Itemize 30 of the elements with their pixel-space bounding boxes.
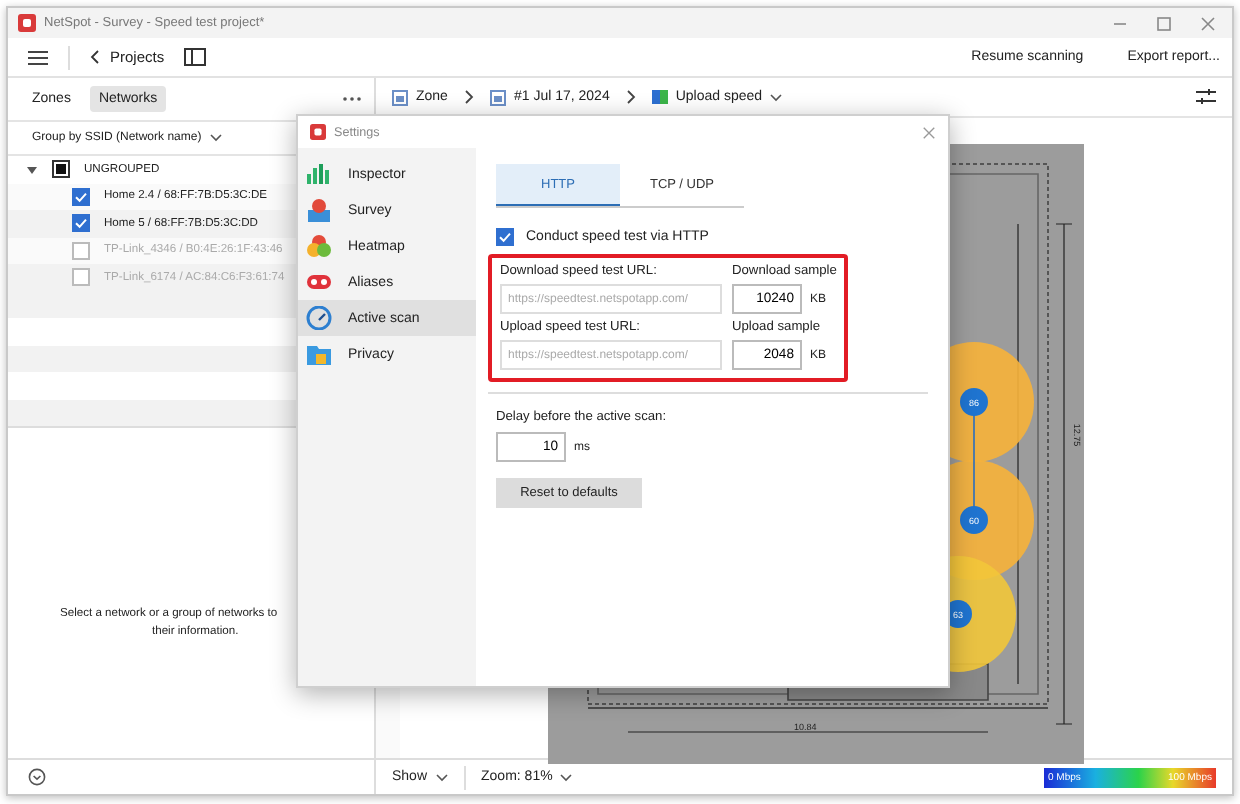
image-icon: [489, 89, 506, 105]
more-icon[interactable]: [342, 96, 362, 102]
chevron-circle-icon[interactable]: [28, 768, 46, 786]
network-checkbox[interactable]: [72, 187, 90, 206]
mask-icon: [306, 270, 332, 294]
menu-icon[interactable]: [28, 49, 48, 65]
image-icon: [392, 89, 408, 105]
caret-icon: [770, 93, 783, 101]
chevron-right-icon: [463, 90, 474, 104]
speedometer-icon: [306, 306, 332, 330]
caret-icon: [209, 134, 222, 142]
bar-chart-icon: [306, 162, 332, 186]
sidebar-toggle-icon[interactable]: [184, 48, 207, 66]
http-checkbox[interactable]: [496, 228, 514, 246]
caret-icon: [435, 773, 448, 781]
network-checkbox[interactable]: [72, 214, 90, 233]
expand-caret-icon[interactable]: [26, 163, 38, 176]
heatmap-icon: [306, 234, 332, 258]
chevron-left-icon: [90, 50, 100, 64]
app-logo-icon: [310, 124, 326, 140]
group-checkbox[interactable]: [52, 160, 70, 179]
chevron-right-icon: [625, 90, 636, 104]
close-icon[interactable]: [922, 125, 936, 139]
close-icon[interactable]: [1200, 15, 1216, 31]
app-logo-icon: [18, 14, 36, 32]
color-scale-icon: [651, 90, 668, 104]
settings-sliders-icon[interactable]: [1196, 88, 1216, 106]
caret-icon: [560, 773, 573, 781]
map-pin-icon: [306, 198, 332, 222]
lock-folder-icon: [306, 342, 332, 366]
